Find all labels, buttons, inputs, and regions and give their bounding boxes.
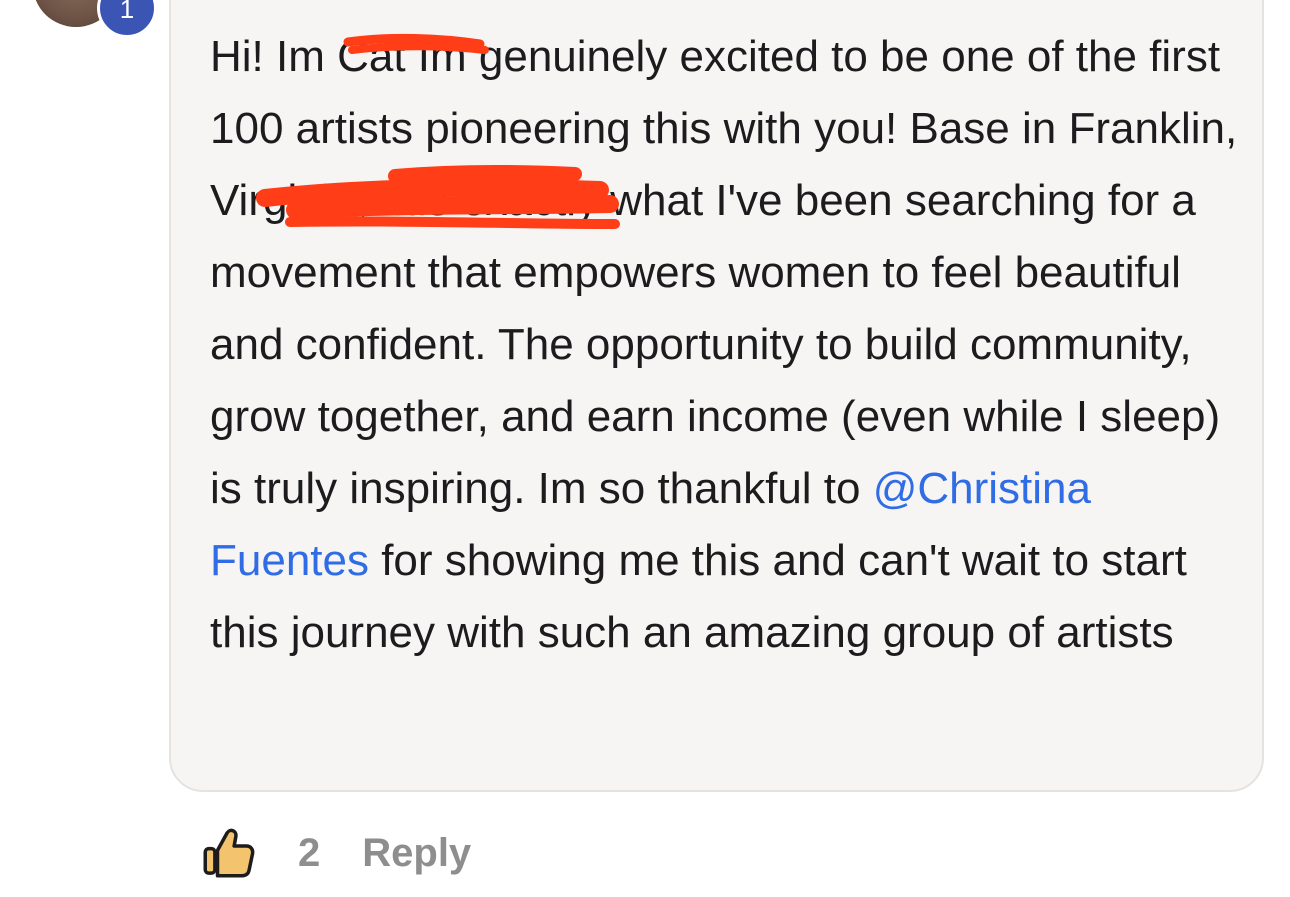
like-button[interactable] [200,825,256,881]
comment-text-start: Hi! Im Cat Im genuinely excited to be on… [210,32,1238,513]
like-count: 2 [298,830,321,875]
thumbs-up-icon[interactable] [200,825,256,881]
comment-thread: 1 Hi! Im Cat Im genuinely excited to be … [0,0,1290,897]
comment-text: Hi! Im Cat Im genuinely excited to be on… [210,21,1250,669]
comment-actions: 2 Reply [200,820,471,886]
reply-button[interactable]: Reply [362,831,471,876]
notification-badge: 1 [97,0,157,38]
